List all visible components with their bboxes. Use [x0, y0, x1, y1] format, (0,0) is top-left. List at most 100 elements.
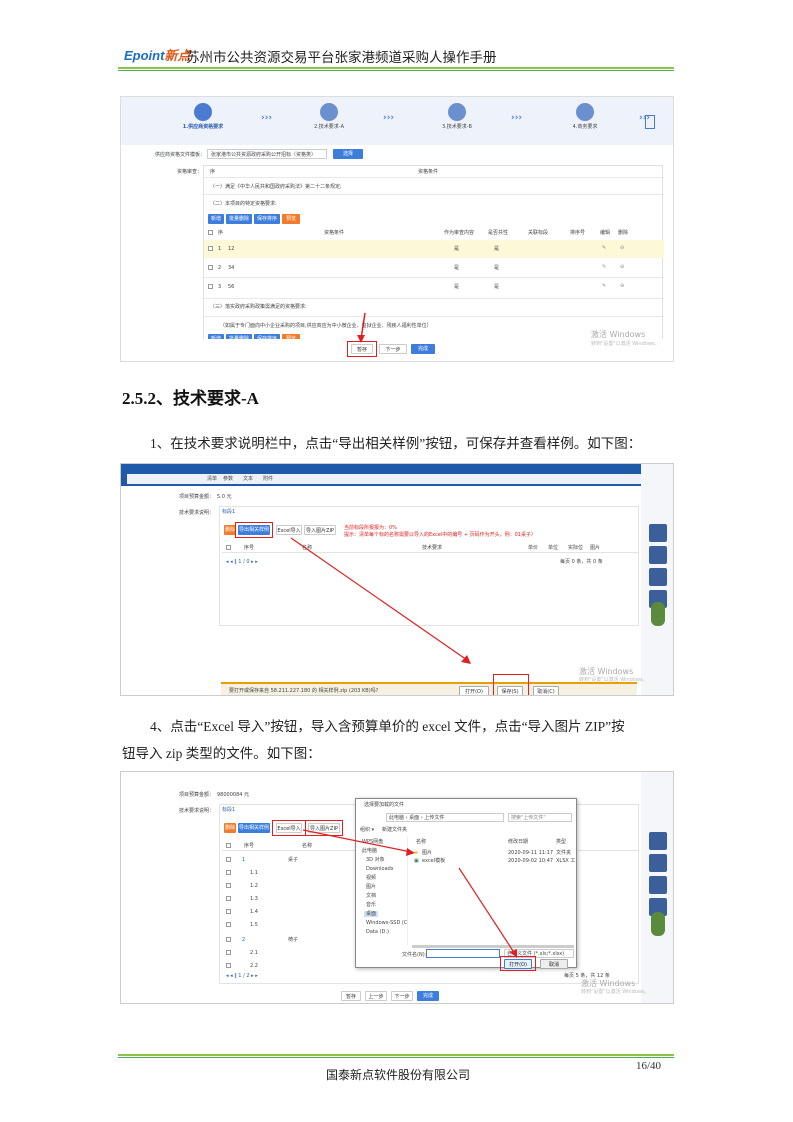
download-text: 要打开或保存来自 58.211.227.180 的 相关样例.zip (203 … [229, 688, 379, 694]
col-cond: 资格条件 [418, 169, 439, 175]
row-common: 是 [494, 246, 500, 252]
delete-icon[interactable]: ⊖ [620, 283, 624, 289]
divider [204, 177, 664, 178]
tab-list[interactable]: 清单 [207, 476, 217, 482]
header-rule-thin [118, 70, 674, 71]
logo-en: Epoint [124, 48, 165, 63]
activation-watermark-sub: 转到"设置"以激活 Windows。 [591, 341, 660, 347]
note-ratio: 当前标段所报报为：0% [344, 525, 397, 531]
preview-button[interactable]: 预览 [282, 214, 300, 224]
row-checkbox[interactable] [208, 246, 213, 251]
finish-button[interactable]: 完成 [411, 344, 435, 354]
activation-watermark: 激活 Windows [591, 330, 646, 339]
tab-attach[interactable]: 附件 [263, 476, 273, 482]
table-row[interactable]: 2 34 是 是 ✎ ⊖ [204, 259, 664, 277]
footer-rule [118, 1054, 674, 1056]
pager[interactable]: ◂ ◂ ‖ 1 / 0 ▸ ▸ [226, 559, 258, 565]
screenshot-export-sample: 清单 参数 文本 附件 项目预算金额： 5.0 元 技术要求说明： 标段1 删除… [120, 463, 674, 696]
tab-param[interactable]: 参数 [223, 476, 233, 482]
th-edit: 编辑 [600, 230, 611, 236]
download-bar: 要打开或保存来自 58.211.227.180 的 相关样例.zip (203 … [221, 682, 637, 695]
th-actual: 实际位 [568, 545, 584, 551]
batch-delete-button[interactable]: 批量删除 [226, 214, 252, 224]
add-button[interactable]: 新增 [208, 214, 224, 224]
stash-button[interactable]: 暂存 [341, 991, 361, 1001]
th-seq: 序 [218, 230, 224, 236]
template-choose-button[interactable]: 选择 [333, 149, 363, 159]
side-tab[interactable] [645, 115, 655, 129]
row-common: 是 [494, 265, 500, 271]
paragraph-1: 1、在技术要求说明栏中，点击“导出相关样例”按钮，可保存并查看样例。如下图： [150, 436, 642, 451]
table-row[interactable]: 3 56 是 是 ✎ ⊖ [204, 278, 664, 296]
select-all-checkbox[interactable] [208, 230, 213, 235]
table-row[interactable]: 1 12 是 是 ✎ ⊖ [204, 240, 664, 258]
step-4-label: 4.商务要求 [572, 124, 598, 130]
row-seq: 3 [218, 284, 222, 290]
row-seq: 1 [218, 246, 222, 252]
stash-button[interactable]: 暂存 [351, 344, 373, 354]
step-2-label: 2.技术要求-A [314, 124, 344, 130]
grid-icon [576, 103, 594, 121]
th-common: 是否共性 [488, 230, 509, 236]
delete-icon[interactable]: ⊖ [620, 264, 624, 270]
cancel-button[interactable]: 取消(C) [533, 686, 559, 695]
prev-button[interactable]: 上一步 [365, 991, 387, 1001]
th-order: 排序号 [570, 230, 586, 236]
step-2[interactable]: 2.技术要求-A [289, 97, 369, 145]
edit-icon[interactable]: ✎ [602, 283, 606, 289]
step-4[interactable]: 4.商务要求 [545, 97, 625, 145]
step-3[interactable]: 3.技术要求-B [417, 97, 497, 145]
req-label: 技术要求说明： [179, 510, 215, 516]
lot-tab[interactable]: 标段1 [222, 509, 235, 515]
paragraph-2-line-2: 钮导入 zip 类型的文件。如下图： [122, 746, 321, 761]
save-sort-button[interactable]: 保存排序 [254, 214, 280, 224]
doc-icon [194, 103, 212, 121]
clause-3: （三）落实政府采购政策需满足的资格要求: [210, 304, 307, 310]
delete-icon[interactable]: ⊖ [620, 245, 624, 251]
tab-text[interactable]: 文本 [243, 476, 253, 482]
row-cond: 12 [228, 246, 235, 252]
chevron-icon: ››› [383, 113, 395, 123]
arrow-annotation [290, 537, 471, 664]
open-button[interactable]: 打开(O) [459, 686, 489, 695]
row-checkbox[interactable] [208, 265, 213, 270]
highlight-box [493, 674, 529, 695]
step-1[interactable]: 1.供应商资格要求 [163, 97, 243, 145]
header-title: 苏州市公共资源交易平台张家港频道采购人操作手册 [186, 50, 497, 66]
footer-rule-thin [118, 1057, 674, 1058]
col-seq: 序 [210, 169, 216, 175]
sidebar-icon[interactable] [649, 524, 667, 542]
finish-button[interactable]: 完成 [417, 991, 439, 1001]
highlight-box [235, 522, 273, 538]
qual-label: 资格审查： [177, 169, 203, 175]
edit-icon[interactable]: ✎ [602, 264, 606, 270]
activation-watermark-sub: 转到"设置"以激活 Windows。 [579, 677, 648, 683]
right-sidebar [641, 464, 673, 695]
template-select[interactable]: 张家港市公共资源政府采购公开招标（资格类） [207, 149, 327, 159]
row-checkbox[interactable] [208, 284, 213, 289]
row-review: 是 [454, 265, 460, 271]
divider [204, 316, 664, 317]
select-all-checkbox[interactable] [226, 545, 231, 550]
budget-value: 5.0 元 [217, 494, 232, 500]
sidebar-icon[interactable] [649, 568, 667, 586]
arrow-annotation [357, 312, 366, 343]
edit-icon[interactable]: ✎ [602, 245, 606, 251]
divider [204, 298, 664, 299]
th-lot: 关联标段 [528, 230, 549, 236]
next-button[interactable]: 下一步 [391, 991, 413, 1001]
mascot-icon [651, 602, 665, 626]
chevron-icon: ››› [511, 113, 523, 123]
budget-label: 项目预算金额： [179, 494, 215, 500]
header-logo: Epoint新点 [124, 45, 190, 64]
divider [204, 194, 664, 195]
company-name: 国泰新点软件股份有限公司 [326, 1068, 471, 1082]
activation-watermark-sub: 转到"设置"以激活 Windows。 [581, 989, 650, 995]
th-review: 作为审查内容 [444, 230, 475, 236]
clause-3-note: （如属于专门面向中小企业采购的项目,供应商应为中小微企业、监狱企业、残疾人福利性… [220, 323, 432, 329]
next-button[interactable]: 下一步 [379, 344, 407, 354]
sidebar-icon[interactable] [649, 546, 667, 564]
th-price: 单价 [528, 545, 539, 551]
screenshot-qualification: 1.供应商资格要求 ››› 2.技术要求-A ››› 3.技术要求-B ››› … [120, 96, 674, 362]
row-common: 是 [494, 284, 500, 290]
